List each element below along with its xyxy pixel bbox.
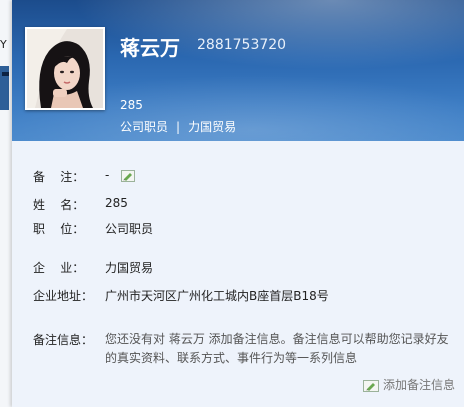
title-value: 公司职员 xyxy=(105,222,154,236)
add-note-button[interactable]: 添加备注信息 xyxy=(363,376,455,393)
background-text: Y xyxy=(0,38,7,51)
avatar[interactable] xyxy=(25,27,105,110)
background-window xyxy=(0,0,12,407)
remark-label: 备 注： xyxy=(33,170,85,184)
name-label: 姓 名： xyxy=(33,198,85,212)
remark-value: - xyxy=(105,168,110,182)
avatar-image xyxy=(27,29,103,108)
contact-position: 公司职员 xyxy=(120,120,169,134)
company-label: 企 业： xyxy=(33,261,85,275)
contact-qq-number: 2881753720 xyxy=(197,37,287,53)
card-header: 蒋云万 2881753720 285 公司职员 | 力国贸易 xyxy=(12,0,464,141)
remark-value-wrap: - xyxy=(105,168,136,182)
company-value: 力国贸易 xyxy=(105,261,154,275)
contact-card: 蒋云万 2881753720 285 公司职员 | 力国贸易 备 注： - 姓 名：… xyxy=(12,0,464,407)
contact-name: 蒋云万 xyxy=(120,36,180,60)
name-value: 285 xyxy=(105,196,128,210)
note-label: 备注信息： xyxy=(33,333,94,347)
add-note-label: 添加备注信息 xyxy=(383,378,456,392)
subtitle-separator: | xyxy=(176,120,181,134)
edit-remark-icon[interactable] xyxy=(121,169,136,182)
add-note-icon xyxy=(363,379,379,392)
address-value: 广州市天河区广州化工城内B座首层B18号 xyxy=(105,289,329,303)
contact-company: 力国贸易 xyxy=(188,120,237,134)
note-description: 您还没有对 蒋云万 添加备注信息。备注信息可以帮助您记录好友的真实资料、联系方式… xyxy=(105,332,449,365)
title-label: 职 位： xyxy=(33,222,85,236)
background-icon-detail xyxy=(2,72,9,76)
contact-subtitle: 公司职员 | 力国贸易 xyxy=(120,118,236,135)
address-label: 企业地址： xyxy=(33,289,94,303)
contact-nickname: 285 xyxy=(120,98,143,112)
